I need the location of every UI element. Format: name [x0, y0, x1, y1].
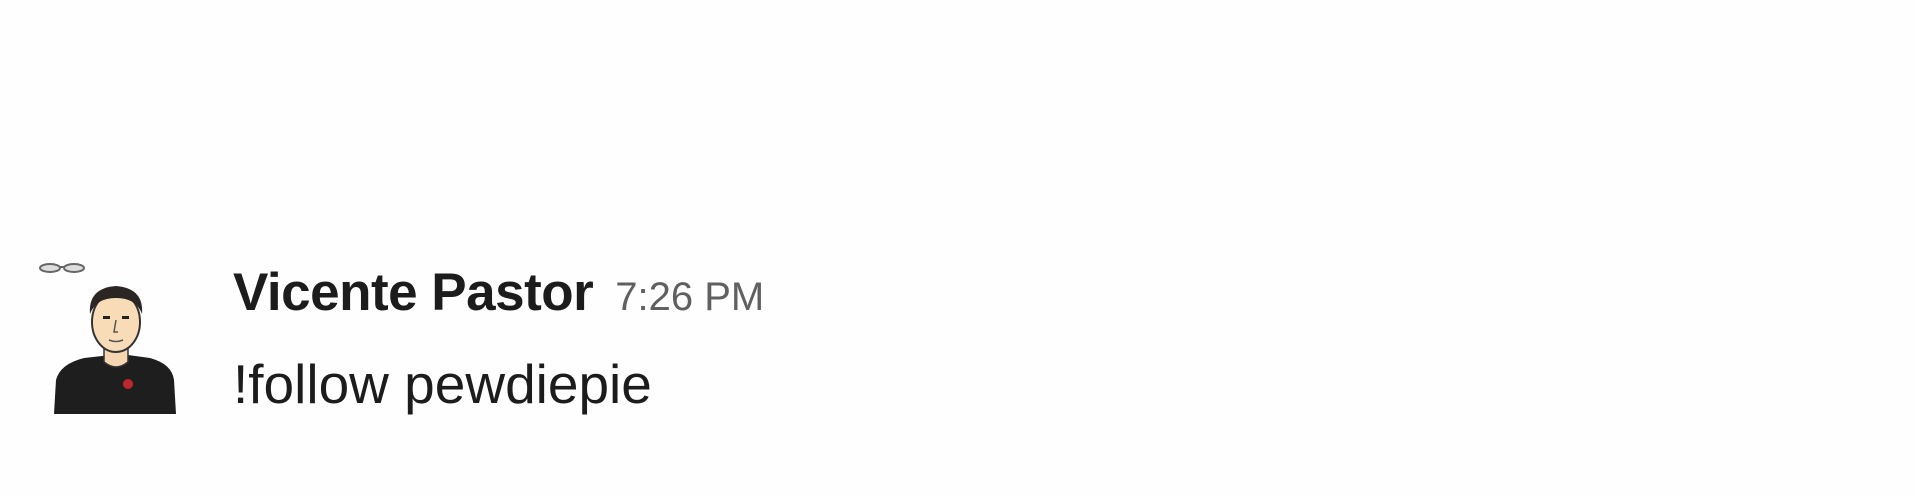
message-timestamp[interactable]: 7:26 PM	[615, 275, 764, 320]
chat-pane: Vicente Pastor 7:26 PM !follow pewdiepie	[0, 0, 1916, 496]
message-author[interactable]: Vicente Pastor	[233, 262, 594, 323]
message-header: Vicente Pastor 7:26 PM	[233, 262, 764, 323]
user-avatar-icon[interactable]	[36, 254, 204, 422]
message-text: !follow pewdiepie	[233, 353, 652, 415]
message-item[interactable]: Vicente Pastor 7:26 PM !follow pewdiepie	[36, 254, 1876, 424]
